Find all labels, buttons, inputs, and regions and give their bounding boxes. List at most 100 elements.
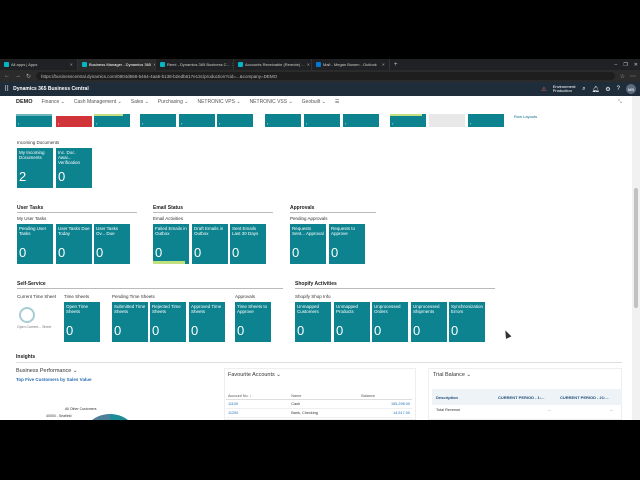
trial-balance-value[interactable]: ...: [548, 408, 551, 412]
top-tile[interactable]: ›: [140, 114, 176, 127]
close-tab-icon[interactable]: ✕: [70, 62, 73, 67]
browser-tab-active[interactable]: Business Manager - Dynamics 365✕: [78, 59, 156, 70]
column-header[interactable]: CURRENT PERIOD - 21:...: [560, 395, 609, 400]
mail-icon: [316, 62, 321, 67]
back-icon[interactable]: ←: [4, 73, 10, 79]
tile-approved-time-sheets[interactable]: Approved Time Sheets 0: [189, 302, 225, 342]
forward-icon[interactable]: →: [15, 73, 21, 79]
account-name: Bank, Checking: [289, 408, 360, 418]
refresh-icon[interactable]: ↻: [26, 73, 31, 80]
tile-pending-user-tasks[interactable]: Pending User Tasks 0: [17, 224, 53, 264]
tile-user-tasks-due-today[interactable]: User Tasks Due Today 0: [56, 224, 92, 264]
nav-item-geobuilt[interactable]: Geobuilt ⌄: [302, 99, 326, 105]
tile-open-time-sheets[interactable]: Open Time Sheets 0: [64, 302, 100, 342]
maximize-icon[interactable]: ❐: [623, 62, 627, 68]
top-tile[interactable]: ›: [16, 114, 52, 127]
open-current-time-sheet-label[interactable]: Open Current... Sheet: [17, 325, 57, 329]
shopify-activities-title: Shopify Activities: [295, 281, 337, 287]
browser-tab[interactable]: All apps | Apps ✕: [0, 59, 78, 70]
tile-requests-to-approve[interactable]: Requests to Approve 0: [329, 224, 365, 264]
trial-balance-header: Description CURRENT PERIOD - 1:... CURRE…: [432, 389, 622, 405]
tile-synchronization-errors[interactable]: Synchronization Errors 0: [449, 302, 485, 342]
nav-item-netronic-vps[interactable]: NETRONIC VPS ⌄: [197, 99, 240, 105]
close-window-icon[interactable]: ✕: [634, 62, 638, 68]
business-performance-title[interactable]: Business Performance ⌄: [16, 368, 77, 374]
app-icon: [160, 62, 165, 67]
open-current-time-sheet-ring[interactable]: [19, 307, 35, 323]
top-tile[interactable]: ›: [217, 114, 253, 127]
tile-failed-emails[interactable]: Failed Emails in Outbox 0: [153, 224, 189, 264]
tile-sent-emails[interactable]: Sent Emails Last 30 Days 0: [230, 224, 266, 264]
company-name[interactable]: DEMO: [16, 99, 33, 105]
app-launcher-icon[interactable]: ⠿: [4, 85, 9, 93]
browser-tab[interactable]: Mail - Megan Bowen - Outlook ✕: [312, 59, 390, 70]
window-controls: – ❐ ✕: [615, 59, 638, 70]
top-tile[interactable]: ›: [265, 114, 301, 127]
browser-tab[interactable]: Accounts Receivable (Remote) ... ✕: [234, 59, 312, 70]
top-tile[interactable]: ›: [304, 114, 340, 127]
nav-item-sales[interactable]: Sales ⌄: [131, 99, 149, 105]
tile-draft-emails[interactable]: Draft Emails in Outbox 0: [192, 224, 228, 264]
account-balance[interactable]: 14,517.00: [359, 408, 412, 418]
tile-requests-sent-for-approval[interactable]: Requests Sent... Approval 0: [290, 224, 326, 264]
top-tile[interactable]: ›: [390, 114, 426, 127]
top-tile[interactable]: ›: [468, 114, 504, 127]
minimize-icon[interactable]: –: [615, 62, 618, 68]
incoming-documents-title: Incoming Documents: [17, 140, 60, 145]
top-tile[interactable]: ›: [94, 114, 130, 127]
tile-unmapped-customers[interactable]: Unmapped Customers 0: [295, 302, 331, 342]
column-header[interactable]: CURRENT PERIOD - 1:...: [498, 395, 544, 400]
favourite-accounts-title[interactable]: Favourite Accounts ⌄: [228, 372, 281, 378]
tile-indicator: [153, 261, 186, 264]
gear-icon[interactable]: ⚙: [605, 86, 610, 93]
nav-item-purchasing[interactable]: Purchasing ⌄: [158, 99, 189, 105]
address-bar: ← → ↻ https://businesscentral.dynamics.c…: [0, 70, 640, 82]
close-tab-icon[interactable]: ✕: [307, 62, 310, 67]
top-tile-empty[interactable]: [429, 114, 465, 127]
tile-rejected-time-sheets[interactable]: Rejected Time Sheets 0: [150, 302, 186, 342]
menu-icon[interactable]: ⋯: [630, 73, 636, 80]
scrollbar-thumb[interactable]: [634, 188, 638, 308]
star-icon[interactable]: ☆: [620, 73, 625, 80]
new-tab-button[interactable]: +: [390, 62, 402, 68]
account-balance[interactable]: 155,298.00: [359, 399, 412, 409]
chart-label: All Other Customers: [65, 407, 97, 411]
tile-submitted-time-sheets[interactable]: Submitted Time Sheets 0: [112, 302, 148, 342]
collapse-icon[interactable]: ⤡: [618, 99, 622, 105]
page-scrollbar[interactable]: [632, 96, 640, 420]
close-tab-icon[interactable]: ✕: [382, 62, 385, 67]
account-no-link[interactable]: 11100: [226, 399, 290, 409]
tile-user-tasks-overdue[interactable]: User Tasks Ov... Due 0: [94, 224, 130, 264]
environment-info[interactable]: Environment: Production: [553, 85, 577, 93]
user-tasks-title: User Tasks: [17, 205, 44, 211]
nav-item-cash-management[interactable]: Cash Management ⌄: [74, 99, 122, 105]
search-icon[interactable]: ⌕: [582, 86, 585, 93]
help-icon[interactable]: ?: [617, 86, 620, 92]
account-no-link[interactable]: 11200: [226, 408, 290, 418]
tile-inc-doc-awaiting-verification[interactable]: Inc. Doc. Awai... Verification 0: [56, 148, 92, 188]
nav-item-netronic-vss[interactable]: NETRONIC VSS ⌄: [250, 99, 293, 105]
nav-item-finance[interactable]: Finance ⌄: [42, 99, 65, 105]
row-layouts-link[interactable]: Row Layouts: [514, 114, 537, 119]
alert-icon[interactable]: ⚠: [541, 86, 546, 93]
table-row[interactable]: 11100 Cash 155,298.00: [226, 399, 412, 409]
tile-time-sheets-to-approve[interactable]: Time Sheets to Approve 0: [235, 302, 271, 342]
time-sheets-label: Time Sheets: [64, 294, 90, 299]
top-tile[interactable]: ›: [343, 114, 379, 127]
tile-unprocessed-orders[interactable]: Unprocessed Orders 0: [372, 302, 408, 342]
trial-balance-value[interactable]: ...: [610, 408, 613, 412]
top-tile-alert[interactable]: ›: [56, 114, 92, 127]
avatar[interactable]: MB: [626, 84, 636, 94]
tile-unmapped-products[interactable]: Unmapped Products 0: [334, 302, 370, 342]
browser-tab[interactable]: Remi - Dynamics 365 Business C...✕: [156, 59, 234, 70]
column-header[interactable]: Description: [436, 395, 458, 400]
tile-my-incoming-documents[interactable]: My Incoming Documents 2: [17, 148, 53, 188]
bell-icon[interactable]: 🔔︎: [592, 86, 600, 93]
top-tile[interactable]: ›: [179, 114, 215, 127]
trial-balance-title[interactable]: Trial Balance ⌄: [433, 372, 471, 378]
email-activities-label: Email Activities: [153, 216, 184, 221]
table-row[interactable]: 11200 Bank, Checking 14,517.00: [226, 408, 412, 418]
url-input[interactable]: https://businesscentral.dynamics.com/080…: [36, 72, 615, 80]
more-menu-icon[interactable]: ☰: [335, 99, 339, 105]
tile-unprocessed-shipments[interactable]: Unprocessed Shipments 0: [411, 302, 447, 342]
